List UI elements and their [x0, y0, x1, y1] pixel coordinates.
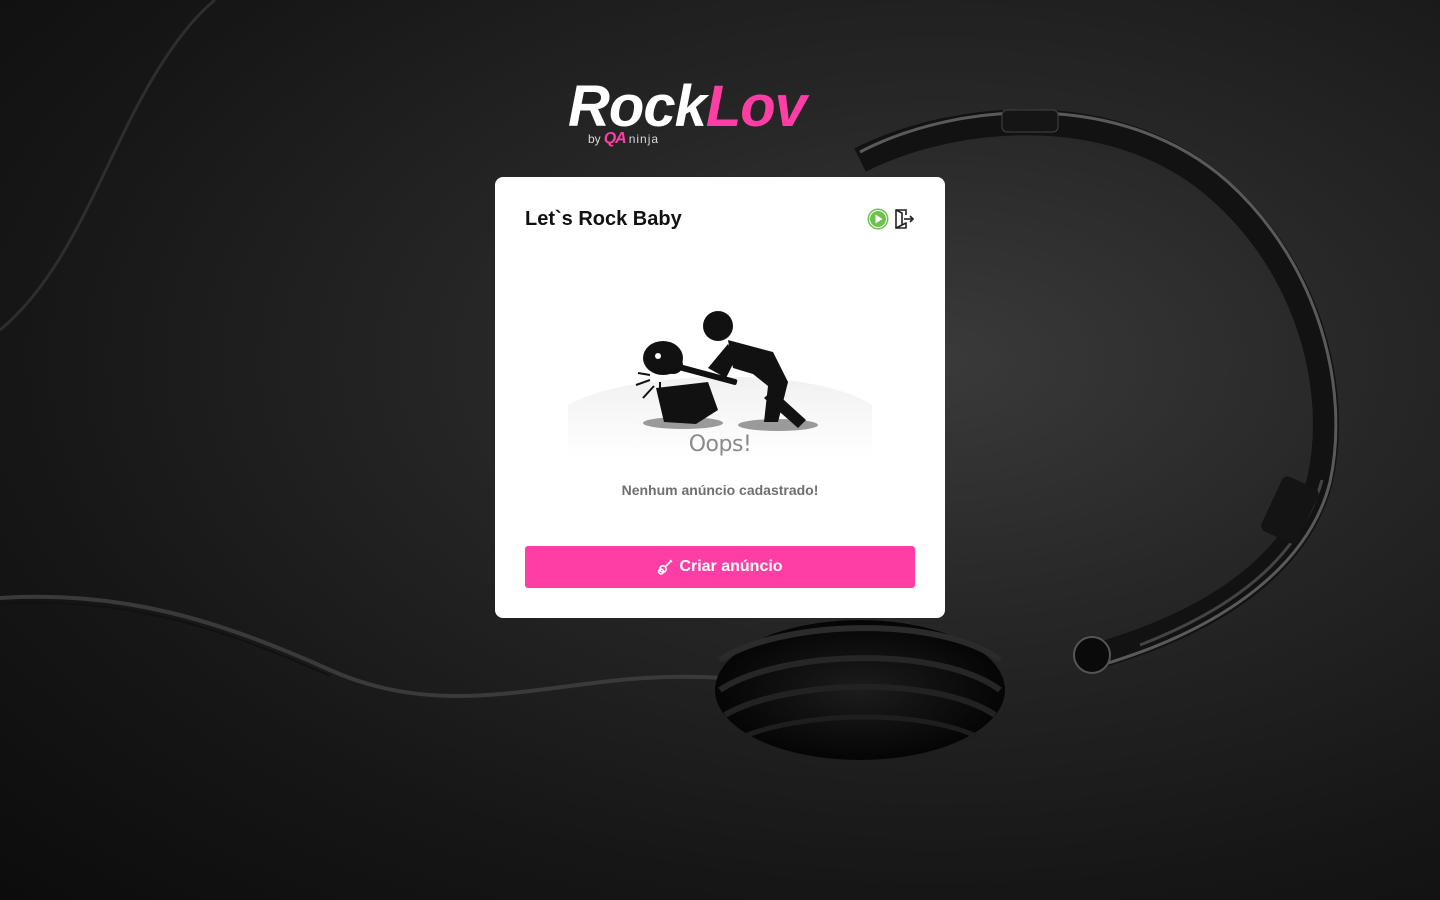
card-title: Let`s Rock Baby: [525, 208, 682, 230]
logo-lov-text: Lov: [705, 74, 807, 139]
logo-by-text: by: [588, 132, 601, 146]
logo-wordmark: RockLov: [568, 78, 873, 136]
empty-state-heading: Oops!: [688, 432, 752, 457]
dashboard-card: Let`s Rock Baby Oops! Nenhum anúncio cad…: [495, 177, 945, 618]
guitar-icon: [658, 559, 673, 575]
qa-logo-mark: QA: [603, 130, 627, 147]
create-ad-button[interactable]: Criar anúncio: [525, 546, 915, 588]
logo-byline: by QA ninja: [588, 130, 659, 148]
logo-ninja-text: ninja: [628, 132, 660, 146]
empty-state-message: Nenhum anúncio cadastrado!: [621, 482, 819, 498]
logout-icon[interactable]: [893, 208, 915, 230]
header-actions: [867, 208, 915, 230]
play-icon[interactable]: [867, 208, 889, 230]
create-ad-button-label: Criar anúncio: [679, 558, 783, 575]
rocklov-logo: RockLov by QA ninja: [568, 78, 873, 150]
